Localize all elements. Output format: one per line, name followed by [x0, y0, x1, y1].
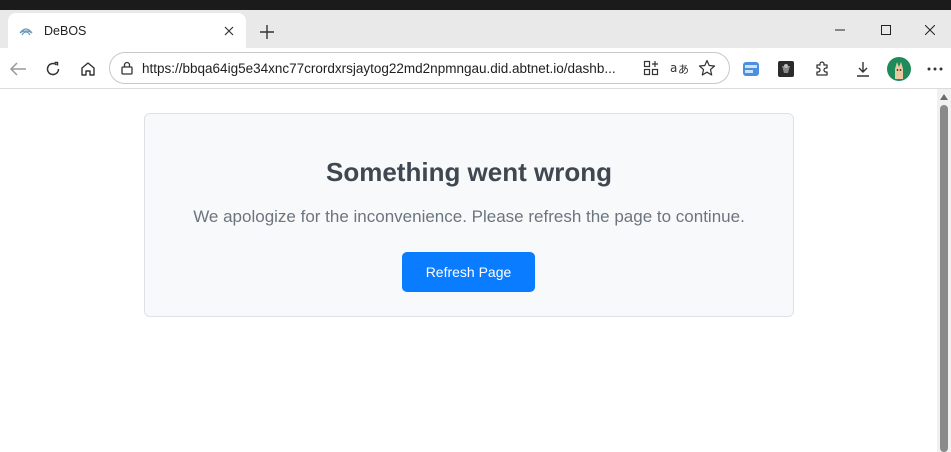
back-button[interactable] [3, 54, 33, 84]
address-bar[interactable]: https://bbqa64ig5e34xnc77crordxrsjaytog2… [109, 52, 730, 84]
more-menu-icon[interactable] [920, 54, 950, 84]
vertical-scrollbar[interactable] [937, 89, 951, 452]
new-tab-button[interactable] [253, 18, 281, 46]
tab-strip: DeBOS [0, 10, 951, 48]
downloads-icon[interactable] [848, 54, 878, 84]
extensions-puzzle-icon[interactable] [807, 54, 837, 84]
close-tab-icon[interactable] [216, 18, 242, 44]
tab-debos[interactable]: DeBOS [8, 13, 246, 48]
close-window-button[interactable] [908, 16, 951, 44]
scroll-up-arrow-icon[interactable] [940, 93, 948, 101]
debos-favicon-icon [18, 23, 34, 39]
lock-icon[interactable] [119, 60, 135, 76]
minimize-button[interactable] [817, 16, 863, 44]
reload-button[interactable] [38, 54, 68, 84]
profile-avatar[interactable] [884, 54, 914, 84]
maximize-button[interactable] [863, 16, 909, 44]
page-viewport: Something went wrong We apologize for th… [0, 89, 937, 452]
tab-title: DeBOS [44, 23, 87, 38]
favorite-star-icon[interactable] [693, 54, 721, 82]
error-message: We apologize for the inconvenience. Plea… [193, 207, 745, 226]
url-text[interactable]: https://bbqa64ig5e34xnc77crordxrsjaytog2… [142, 61, 637, 76]
extension-dark-icon[interactable] [771, 54, 801, 84]
scrollbar-thumb[interactable] [940, 105, 948, 452]
browser-toolbar: https://bbqa64ig5e34xnc77crordxrsjaytog2… [0, 48, 951, 89]
window-top-edge [0, 0, 951, 10]
svg-text:a: a [670, 61, 677, 75]
home-button[interactable] [73, 54, 103, 84]
translate-icon[interactable]: aあ [665, 54, 693, 82]
error-card: Something went wrong We apologize for th… [144, 113, 794, 317]
extension-blue-icon[interactable] [736, 54, 766, 84]
refresh-page-button[interactable]: Refresh Page [402, 252, 535, 292]
error-title: Something went wrong [326, 157, 612, 187]
app-available-icon[interactable] [637, 54, 665, 82]
svg-text:あ: あ [678, 63, 688, 76]
